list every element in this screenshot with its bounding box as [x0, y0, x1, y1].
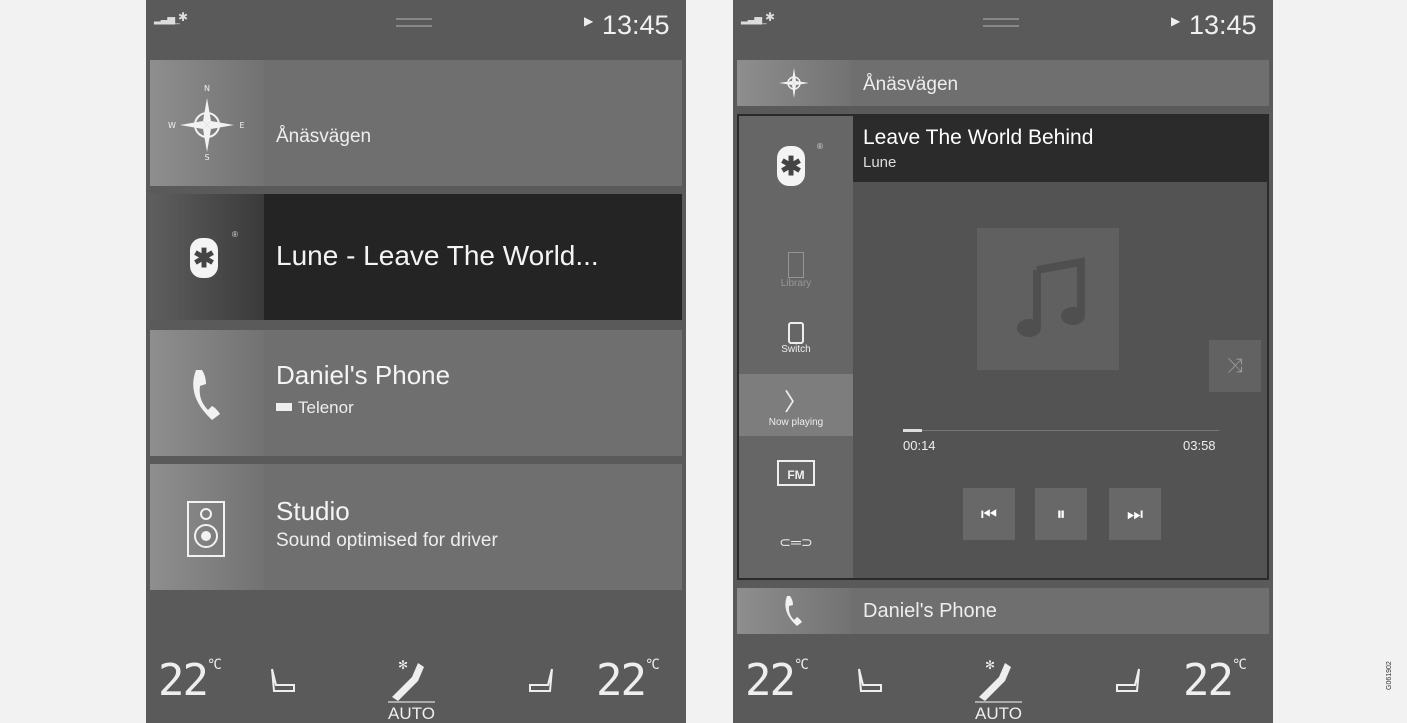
artist-name: Lune — [863, 154, 897, 171]
tile-audio[interactable]: Studio Sound optimised for driver — [150, 464, 682, 590]
elapsed-time: 00:14 — [903, 438, 936, 453]
aux-cable-icon: ⊂═⊃ — [779, 534, 813, 550]
signal-icon: ▂▃▅_ — [154, 14, 180, 25]
now-playing-button[interactable]: 〉 Now playing — [739, 374, 853, 436]
tile-navigation[interactable]: Ånäsvägen — [737, 60, 1269, 106]
phone-name-label: Daniel's Phone — [863, 600, 997, 622]
seat-heat-right-icon[interactable] — [1113, 667, 1143, 695]
progress-bar[interactable] — [903, 429, 1219, 432]
phone-name-label: Daniel's Phone — [276, 360, 451, 390]
carrier-label: Telenor — [276, 398, 354, 418]
music-note-icon — [1017, 257, 1085, 337]
pause-icon: ⏸ — [1056, 504, 1066, 524]
bluetooth-status-icon: ✱ — [178, 10, 189, 24]
play-indicator-icon: ▶ — [584, 14, 594, 28]
compass-icon: N E S W — [150, 60, 264, 186]
compass-e-label: E — [239, 121, 244, 130]
tile-phone[interactable]: Daniel's Phone Telenor — [150, 330, 682, 456]
tile-phone[interactable]: Daniel's Phone — [737, 588, 1269, 634]
track-title: Leave The World Behind — [863, 126, 1094, 149]
pause-button[interactable]: ⏸ — [1035, 488, 1087, 540]
media-track-label: Lune - Leave The World... — [276, 240, 599, 271]
auto-mode-label[interactable]: AUTO — [975, 701, 1022, 723]
climate-bar: 22°C ✻ AUTO 22°C — [733, 645, 1273, 723]
phone-icon — [150, 330, 264, 456]
nav-destination-label: Ånäsvägen — [863, 74, 959, 95]
status-bar: ▂▃▅_ ✱ ▶ 13:45 — [146, 0, 686, 50]
media-player: ✱ ® Library Switch 〉 Now playing FM ⊂═⊃ — [737, 114, 1269, 580]
total-time: 03:58 — [1183, 438, 1216, 453]
previous-button[interactable]: ⏮ — [963, 488, 1015, 540]
now-playing-panel: ⤨ 00:14 03:58 ⏮ ⏸ ⏭ — [853, 182, 1267, 578]
play-indicator-icon: ▶ — [1171, 14, 1181, 28]
home-screen: ▂▃▅_ ✱ ▶ 13:45 N E S W Ånäsvägen ✱ ® Lun… — [146, 0, 686, 723]
next-button[interactable]: ⏭ — [1109, 488, 1161, 540]
tile-navigation[interactable]: N E S W Ånäsvägen — [150, 60, 682, 186]
pulldown-handle[interactable] — [983, 18, 1019, 27]
clock: 13:45 — [1189, 10, 1257, 40]
status-bar: ▂▃▅_ ✱ ▶ 13:45 — [733, 0, 1273, 50]
left-temp[interactable]: 22°C — [745, 655, 809, 706]
seat-heat-left-icon[interactable] — [268, 667, 298, 695]
climate-bar: 22°C ✻ AUTO 22°C — [146, 645, 686, 723]
compass-icon — [737, 60, 851, 106]
album-art — [977, 228, 1119, 370]
battery-icon — [276, 403, 292, 411]
left-temp[interactable]: 22°C — [158, 655, 222, 706]
auto-mode-label[interactable]: AUTO — [388, 701, 435, 723]
track-header: Leave The World Behind Lune — [853, 116, 1267, 182]
shuffle-button[interactable]: ⤨ — [1209, 340, 1261, 392]
tile-media[interactable]: ✱ ® Lune - Leave The World... — [150, 194, 682, 320]
compass-n-label: N — [204, 84, 210, 93]
seat-heat-left-icon[interactable] — [855, 667, 885, 695]
right-temp[interactable]: 22°C — [1183, 655, 1247, 706]
bluetooth-status-icon: ✱ — [765, 10, 776, 24]
library-button[interactable]: Library — [739, 252, 853, 304]
signal-icon: ▂▃▅_ — [741, 14, 767, 25]
switch-button[interactable]: Switch — [739, 322, 853, 368]
shuffle-icon: ⤨ — [1227, 355, 1243, 377]
sound-profile-label: Studio — [276, 496, 350, 526]
bluetooth-source-button[interactable]: ✱ ® — [739, 116, 853, 206]
right-temp[interactable]: 22°C — [596, 655, 660, 706]
clock: 13:45 — [602, 10, 670, 40]
fm-radio-button[interactable]: FM — [739, 460, 853, 500]
library-icon — [788, 252, 804, 278]
media-expanded-screen: ▂▃▅_ ✱ ▶ 13:45 Ånäsvägen ✱ ® Library Swi… — [733, 0, 1273, 723]
previous-icon: ⏮ — [980, 504, 998, 524]
pulldown-handle[interactable] — [396, 18, 432, 27]
media-sidebar: ✱ ® Library Switch 〉 Now playing FM ⊂═⊃ — [739, 116, 853, 578]
compass-s-label: S — [204, 153, 209, 162]
figure-code: G061902 — [1386, 661, 1393, 690]
aux-button[interactable]: ⊂═⊃ — [739, 534, 853, 558]
svg-text:✻: ✻ — [398, 658, 408, 672]
progress-fill — [903, 429, 922, 432]
bluetooth-icon: ✱ ® — [150, 194, 264, 320]
fan-icon[interactable]: ✻ — [975, 655, 1015, 701]
speaker-icon — [150, 464, 264, 590]
phone-icon — [737, 588, 851, 634]
switch-icon — [788, 322, 804, 344]
radio-icon: FM — [777, 460, 815, 486]
svg-text:✻: ✻ — [985, 658, 995, 672]
chevron-right-icon: 〉 — [784, 389, 808, 416]
fan-icon[interactable]: ✻ — [388, 655, 428, 701]
sound-profile-sub: Sound optimised for driver — [276, 530, 498, 551]
compass-w-label: W — [168, 121, 176, 130]
seat-heat-right-icon[interactable] — [526, 667, 556, 695]
next-icon: ⏭ — [1126, 504, 1144, 524]
nav-destination-label: Ånäsvägen — [276, 126, 372, 147]
